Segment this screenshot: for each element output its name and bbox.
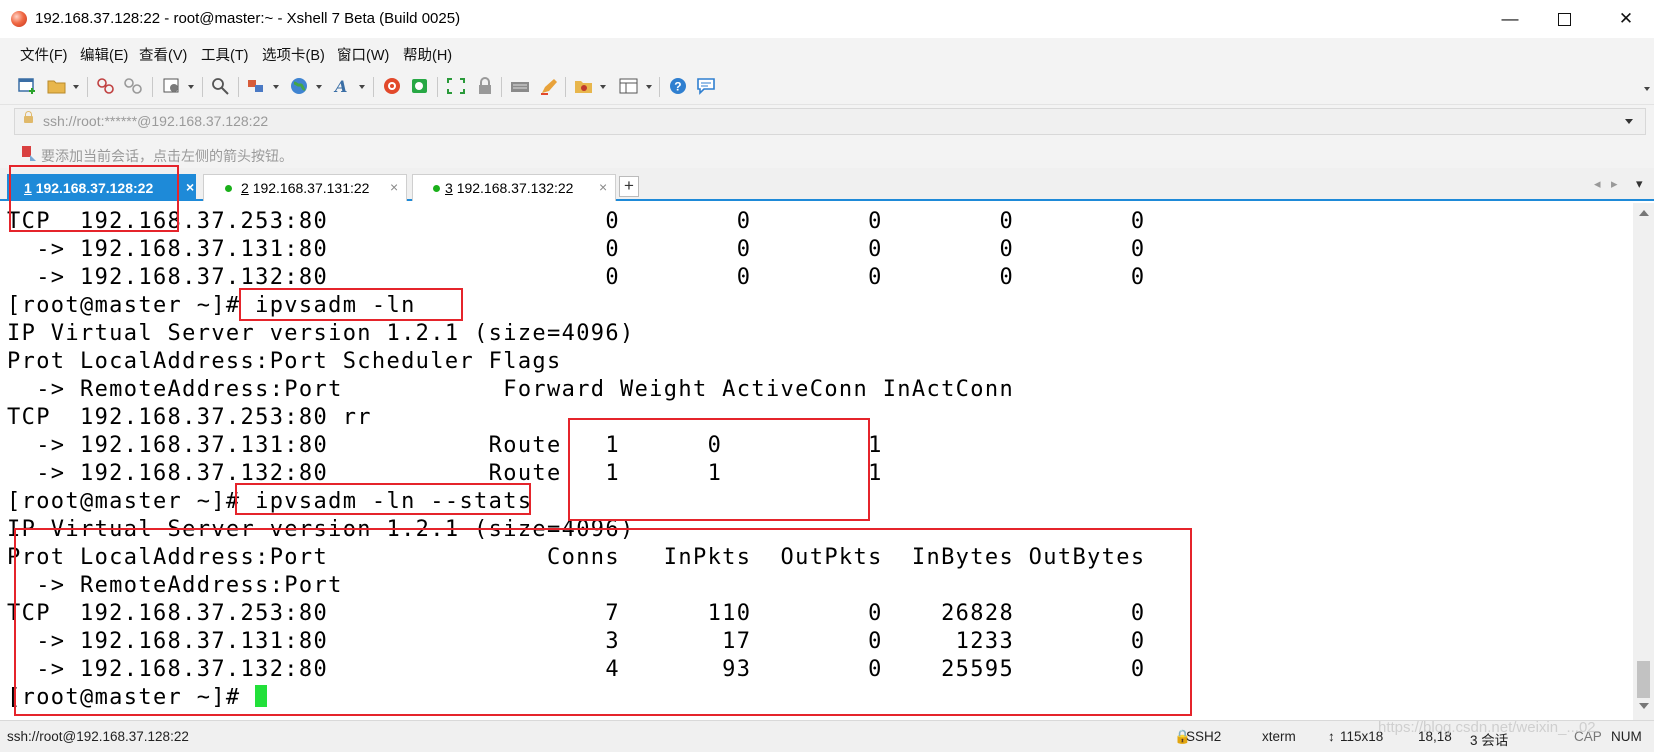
- tab-label: 192.168.37.132:22: [456, 180, 574, 196]
- properties-dropdown-icon[interactable]: [188, 85, 194, 89]
- menu-file[interactable]: 文件(F): [20, 44, 68, 65]
- status-num: NUM: [1611, 729, 1642, 744]
- tab-scroll-right-icon[interactable]: ▸: [1611, 176, 1618, 192]
- annotation-box-stats-command: [235, 483, 531, 515]
- address-text: ssh://root:******@192.168.37.128:22: [43, 113, 269, 129]
- address-bar: ssh://root:******@192.168.37.128:22: [0, 105, 1654, 139]
- properties-icon[interactable]: [162, 77, 182, 95]
- keyboard-icon[interactable]: [510, 77, 530, 95]
- tab-label: 192.168.37.131:22: [252, 180, 370, 196]
- window-title: 192.168.37.128:22 - root@master:~ - Xshe…: [35, 10, 461, 27]
- tab-close-icon[interactable]: ×: [599, 179, 607, 195]
- tab-scroll-left-icon[interactable]: ◂: [1594, 176, 1601, 192]
- menu-view[interactable]: 查看(V): [139, 44, 187, 65]
- terminal-scrollbar[interactable]: [1633, 203, 1654, 720]
- globe-icon[interactable]: [290, 77, 310, 95]
- new-session-icon[interactable]: [18, 77, 38, 95]
- status-size: 115x18: [1340, 729, 1384, 744]
- find-icon[interactable]: [210, 77, 230, 95]
- fullscreen-icon[interactable]: [446, 77, 466, 95]
- terminal-line: TCP 192.168.37.253:80 rr: [7, 405, 372, 430]
- script-icon[interactable]: [574, 77, 594, 95]
- highlight-icon[interactable]: [539, 77, 559, 95]
- menu-bar: 文件(F) 编辑(E) 查看(V) 工具(T) 选项卡(B) 窗口(W) 帮助(…: [0, 38, 1654, 68]
- layout-icon[interactable]: [619, 77, 639, 95]
- scroll-down-icon[interactable]: [1639, 703, 1649, 709]
- connected-dot-icon: [433, 185, 440, 192]
- title-bar: 192.168.37.128:22 - root@master:~ - Xshe…: [0, 0, 1654, 38]
- add-session-arrow-icon[interactable]: [22, 146, 36, 161]
- terminal-line: -> RemoteAddress:Port Forward Weight Act…: [7, 377, 1015, 402]
- terminal-line: -> 192.168.37.131:80 0 0 0 0 0: [7, 237, 1146, 262]
- lock-icon: [24, 111, 33, 123]
- tab-number: 3: [445, 180, 453, 196]
- svg-text:?: ?: [674, 80, 681, 94]
- menu-window[interactable]: 窗口(W): [337, 44, 389, 65]
- scroll-up-icon[interactable]: [1639, 210, 1649, 216]
- connected-dot-icon: [225, 185, 232, 192]
- xftp-icon[interactable]: [410, 77, 430, 95]
- scrollbar-thumb[interactable]: [1637, 661, 1650, 698]
- open-folder-icon[interactable]: [47, 77, 67, 95]
- help-icon[interactable]: ?: [668, 77, 688, 95]
- annotation-box-active-tab: [9, 165, 179, 232]
- new-tab-button[interactable]: +: [619, 176, 639, 197]
- address-dropdown-icon[interactable]: [1625, 119, 1633, 124]
- font-dropdown-icon[interactable]: [359, 85, 365, 89]
- lock-icon[interactable]: [475, 77, 495, 95]
- tab-close-icon[interactable]: ×: [186, 179, 194, 195]
- close-button[interactable]: ✕: [1598, 0, 1654, 38]
- transfer-icon[interactable]: [246, 77, 266, 95]
- transfer-dropdown-icon[interactable]: [273, 85, 279, 89]
- tab-number: 2: [241, 180, 249, 196]
- open-dropdown-icon[interactable]: [73, 85, 79, 89]
- toolbar-overflow-icon[interactable]: [1644, 87, 1650, 91]
- session-hint-bar: 要添加当前会话，点击左侧的箭头按钮。: [0, 139, 1654, 168]
- xshell-icon[interactable]: [382, 77, 402, 95]
- tab-session-2[interactable]: 2 192.168.37.131:22 ×: [203, 174, 407, 201]
- terminal-line: -> 192.168.37.132:80 0 0 0 0 0: [7, 265, 1146, 290]
- connect-icon[interactable]: [96, 77, 116, 95]
- status-connection: ssh://root@192.168.37.128:22: [7, 729, 189, 744]
- status-size-icon: ↕: [1328, 729, 1335, 744]
- minimize-button[interactable]: —: [1482, 0, 1538, 38]
- menu-help[interactable]: 帮助(H): [403, 44, 452, 65]
- chat-icon[interactable]: [696, 77, 716, 95]
- hint-text: 要添加当前会话，点击左侧的箭头按钮。: [41, 148, 293, 164]
- menu-tabs[interactable]: 选项卡(B): [262, 44, 325, 65]
- maximize-button[interactable]: [1536, 0, 1592, 38]
- annotation-box-stats-output: [14, 528, 1192, 716]
- tab-bar: 1 192.168.37.128:22 × 2 192.168.37.131:2…: [0, 168, 1654, 201]
- disconnect-icon[interactable]: [123, 77, 143, 95]
- annotation-box-ipvsadm-ln: [239, 288, 463, 321]
- watermark: https://blog.csdn.net/weixin_...02: [1378, 719, 1596, 736]
- status-term-type: xterm: [1262, 729, 1296, 744]
- globe-dropdown-icon[interactable]: [316, 85, 322, 89]
- menu-edit[interactable]: 编辑(E): [80, 44, 128, 65]
- terminal-line: IP Virtual Server version 1.2.1 (size=40…: [7, 321, 635, 346]
- maximize-icon: [1557, 12, 1571, 26]
- script-dropdown-icon[interactable]: [600, 85, 606, 89]
- svg-text:A: A: [333, 77, 347, 95]
- font-icon[interactable]: A: [333, 77, 353, 95]
- xshell-app-icon: [11, 11, 27, 27]
- tab-list-dropdown-icon[interactable]: ▾: [1636, 176, 1643, 192]
- tab-session-3[interactable]: 3 192.168.37.132:22 ×: [412, 174, 616, 201]
- address-field[interactable]: ssh://root:******@192.168.37.128:22: [14, 108, 1646, 135]
- menu-tools[interactable]: 工具(T): [201, 44, 249, 65]
- status-protocol: SSH2: [1186, 729, 1222, 744]
- toolbar: A ?: [0, 68, 1654, 105]
- terminal-line: Prot LocalAddress:Port Scheduler Flags: [7, 349, 562, 374]
- tab-close-icon[interactable]: ×: [390, 179, 398, 195]
- annotation-box-weights: [568, 418, 870, 521]
- layout-dropdown-icon[interactable]: [646, 85, 652, 89]
